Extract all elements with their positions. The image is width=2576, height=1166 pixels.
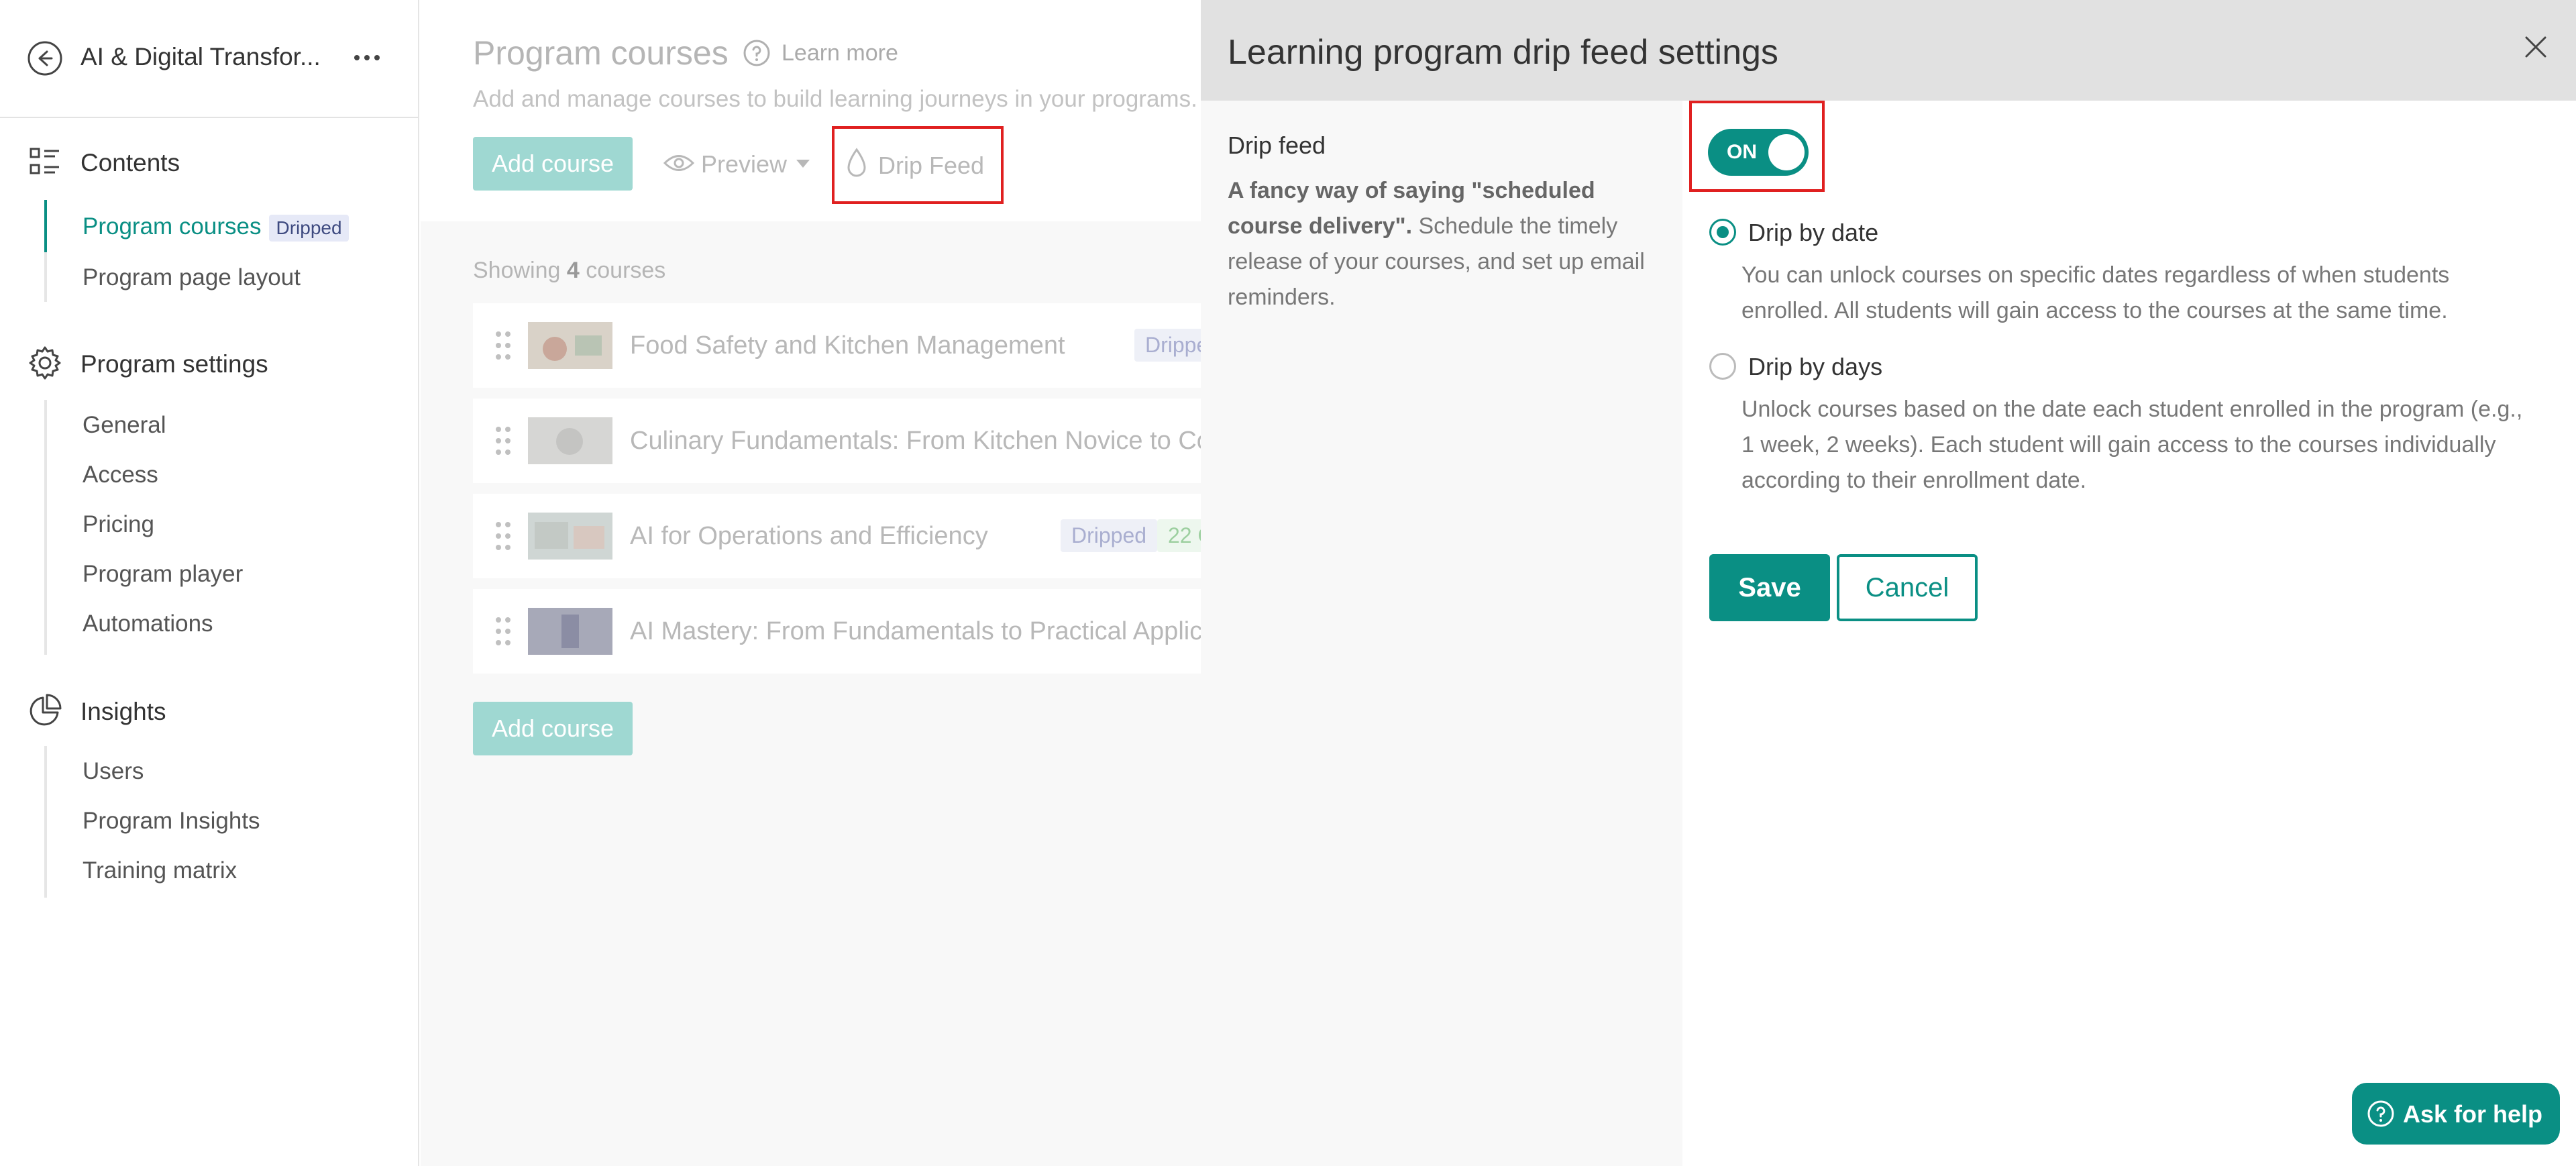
preview-button[interactable]: Preview (701, 150, 787, 178)
add-course-button-bottom[interactable]: Add course (473, 702, 633, 755)
help-circle-icon (2367, 1100, 2394, 1127)
gear-icon (29, 346, 61, 380)
cancel-button[interactable]: Cancel (1837, 554, 1978, 621)
sidebar: AI & Digital Transfor... Contents Progra… (0, 0, 419, 1166)
sidebar-item-pricing[interactable]: Pricing (83, 511, 154, 538)
insights-list: Users Program Insights Training matrix (44, 746, 260, 898)
radio-drip-by-days[interactable] (1709, 353, 1736, 380)
count-prefix: Showing (473, 258, 561, 283)
sidebar-item-access[interactable]: Access (83, 462, 158, 488)
toggle-label: ON (1727, 141, 1757, 163)
drawer-header: Learning program drip feed settings (1201, 0, 2576, 101)
status-badge: Dripped (1061, 519, 1158, 552)
course-title: AI Mastery: From Fundamentals to Practic… (630, 617, 1203, 645)
section-program-settings: Program settings (80, 350, 268, 378)
close-icon[interactable] (2522, 34, 2549, 60)
drag-handle-icon[interactable] (494, 521, 512, 551)
toggle-knob (1768, 134, 1805, 170)
drag-handle-icon[interactable] (494, 330, 512, 361)
sidebar-item-program-courses[interactable]: Program courses Dripped (83, 213, 349, 242)
course-title: Food Safety and Kitchen Management (630, 331, 1065, 360)
course-row[interactable]: Food Safety and Kitchen Management Dripp… (473, 303, 1232, 388)
page-subtitle: Add and manage courses to build learning… (473, 86, 1197, 112)
sidebar-item-program-player[interactable]: Program player (83, 561, 243, 588)
sidebar-item-program-insights[interactable]: Program Insights (83, 808, 260, 835)
list-icon (30, 148, 59, 174)
drawer-description-panel: Drip feed A fancy way of saying "schedul… (1201, 101, 1682, 1166)
drag-handle-icon[interactable] (494, 616, 512, 647)
back-arrow-icon[interactable] (27, 40, 63, 76)
ask-for-help-button[interactable]: Ask for help (2352, 1083, 2560, 1145)
drip-feed-description: A fancy way of saying "scheduled course … (1228, 173, 1657, 315)
help-label: Ask for help (2403, 1100, 2543, 1128)
course-thumbnail (528, 322, 612, 369)
save-button[interactable]: Save (1709, 554, 1830, 621)
course-thumbnail (528, 608, 612, 655)
drip-feed-button[interactable]: Drip Feed (878, 152, 984, 180)
drawer-title: Learning program drip feed settings (1228, 33, 1778, 72)
app-title: AI & Digital Transfor... (80, 43, 321, 70)
sidebar-item-automations[interactable]: Automations (83, 611, 213, 637)
course-thumbnail (528, 513, 612, 560)
drip-feed-toggle[interactable]: ON (1708, 129, 1809, 176)
active-indicator (44, 200, 47, 252)
course-row[interactable]: Culinary Fundamentals: From Kitchen Novi… (473, 399, 1211, 483)
course-title: Culinary Fundamentals: From Kitchen Novi… (630, 427, 1211, 455)
option-description: You can unlock courses on specific dates… (1741, 262, 2450, 323)
course-count: Showing 4 courses (473, 258, 665, 284)
status-badge: Dripped (269, 214, 349, 242)
count-suffix: courses (586, 258, 666, 283)
settings-list: General Access Pricing Program player Au… (44, 400, 243, 655)
eye-icon (663, 155, 694, 171)
drip-feed-label: Drip feed (1228, 131, 1326, 159)
section-contents: Contents (80, 149, 180, 176)
radio-drip-by-date[interactable] (1709, 219, 1736, 246)
option-label[interactable]: Drip by date (1748, 219, 1878, 247)
app-window: AI & Digital Transfor... Contents Progra… (0, 0, 2576, 1166)
drag-handle-icon[interactable] (494, 425, 512, 456)
sidebar-item-label: Program courses (83, 213, 262, 240)
option-label[interactable]: Drip by days (1748, 353, 1882, 381)
drip-feed-drawer: Learning program drip feed settings Drip… (1201, 0, 2576, 1166)
page-title: Program courses (473, 34, 729, 72)
pie-chart-icon (30, 694, 62, 726)
sidebar-item-users[interactable]: Users (83, 758, 144, 785)
course-row[interactable]: AI for Operations and Efficiency Dripped… (473, 494, 1242, 578)
chevron-down-icon[interactable] (796, 160, 810, 168)
help-circle-icon (743, 40, 770, 66)
sidebar-item-general[interactable]: General (83, 412, 166, 439)
drop-icon (847, 148, 866, 177)
course-thumbnail (528, 417, 612, 464)
count-value: 4 (566, 258, 580, 283)
option-description: Unlock courses based on the date each st… (1741, 396, 2523, 493)
sidebar-item-training-matrix[interactable]: Training matrix (83, 857, 237, 884)
add-course-button[interactable]: Add course (473, 137, 633, 191)
more-options-icon[interactable] (350, 43, 384, 72)
section-insights: Insights (80, 698, 166, 725)
course-row[interactable]: AI Mastery: From Fundamentals to Practic… (473, 589, 1204, 674)
learn-more-link[interactable]: Learn more (782, 40, 898, 66)
contents-list: Program courses Dripped Program page layo… (44, 200, 349, 302)
course-title: AI for Operations and Efficiency (630, 522, 988, 550)
main-content: Program courses Learn more Add and manag… (421, 0, 1242, 1166)
sidebar-header: AI & Digital Transfor... (0, 0, 418, 118)
page-header: Program courses Learn more Add and manag… (421, 0, 1201, 221)
sidebar-item-program-page-layout[interactable]: Program page layout (83, 264, 301, 291)
